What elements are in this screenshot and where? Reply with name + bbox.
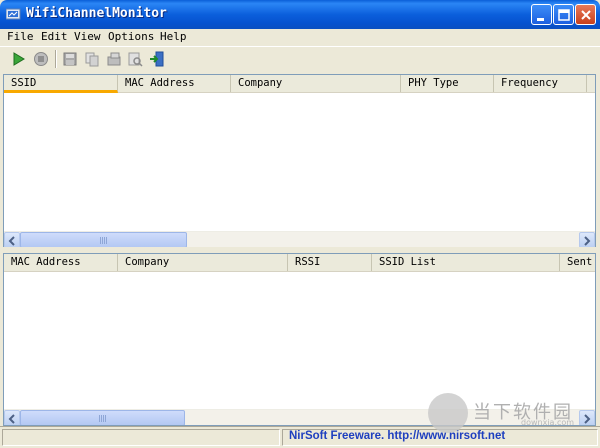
play-icon[interactable]	[11, 51, 27, 67]
chevron-left-icon	[8, 414, 15, 424]
find-icon[interactable]	[127, 51, 143, 67]
scroll-left-button[interactable]	[4, 410, 20, 425]
title-bar[interactable]: WifiChannelMonitor	[0, 0, 600, 29]
toolbar	[0, 46, 600, 72]
pane-splitter[interactable]	[0, 247, 600, 252]
column-frequency[interactable]: Frequency	[494, 75, 587, 92]
column-sent[interactable]: Sent I	[560, 254, 595, 271]
column-company[interactable]: Company	[231, 75, 401, 92]
maximize-icon	[558, 9, 570, 21]
app-window: WifiChannelMonitor File Edit View Option…	[0, 0, 600, 448]
exit-icon[interactable]	[149, 51, 165, 67]
column-rssi[interactable]: RSSI	[288, 254, 372, 271]
chevron-right-icon	[584, 236, 591, 246]
close-button[interactable]	[575, 4, 596, 25]
menu-options[interactable]: Options	[108, 30, 154, 43]
chevron-left-icon	[8, 236, 15, 246]
chevron-right-icon	[584, 414, 591, 424]
minimize-icon	[537, 18, 544, 21]
column-ssid-list[interactable]: SSID List	[372, 254, 560, 271]
stop-icon[interactable]	[33, 51, 49, 67]
access-points-header: SSID MAC Address Company PHY Type Freque…	[4, 75, 595, 93]
menu-file[interactable]: File	[7, 30, 34, 43]
access-points-hscrollbar[interactable]	[4, 231, 595, 247]
watermark-logo-icon	[428, 393, 468, 433]
minimize-button[interactable]	[531, 4, 552, 25]
copy-icon[interactable]	[84, 51, 100, 67]
menu-help[interactable]: Help	[160, 30, 187, 43]
access-points-list[interactable]: SSID MAC Address Company PHY Type Freque…	[3, 74, 596, 248]
app-icon	[6, 8, 21, 20]
menu-bar: File Edit View Options Help	[0, 29, 600, 46]
status-cell-count	[2, 429, 280, 446]
watermark-domain: downxia.com	[521, 418, 575, 427]
nirsoft-link[interactable]: NirSoft Freeware. http://www.nirsoft.net	[289, 430, 505, 442]
maximize-button[interactable]	[553, 4, 574, 25]
column-overflow[interactable]	[587, 75, 595, 92]
toolbar-separator	[55, 50, 57, 68]
scroll-thumb[interactable]	[20, 232, 187, 247]
close-icon	[581, 10, 591, 20]
clients-header: MAC Address Company RSSI SSID List Sent …	[4, 254, 595, 272]
column-mac-address[interactable]: MAC Address	[118, 75, 231, 92]
scroll-thumb[interactable]	[20, 410, 185, 425]
window-title: WifiChannelMonitor	[26, 6, 167, 21]
menu-view[interactable]: View	[74, 30, 101, 43]
column-phy-type[interactable]: PHY Type	[401, 75, 494, 92]
save-icon[interactable]	[62, 51, 78, 67]
menu-edit[interactable]: Edit	[41, 30, 68, 43]
column-ssid[interactable]: SSID	[4, 75, 118, 93]
scroll-right-button[interactable]	[579, 232, 595, 247]
scroll-right-button[interactable]	[579, 410, 595, 425]
scroll-left-button[interactable]	[4, 232, 20, 247]
properties-icon[interactable]	[106, 51, 122, 67]
status-bar: NirSoft Freeware. http://www.nirsoft.net	[0, 426, 600, 448]
column-mac-address[interactable]: MAC Address	[4, 254, 118, 271]
column-company[interactable]: Company	[118, 254, 288, 271]
